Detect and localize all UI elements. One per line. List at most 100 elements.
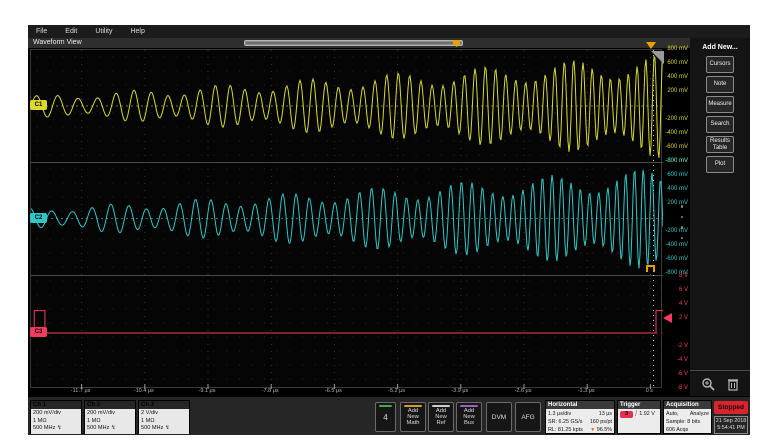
trigger-slope-icon: /: [635, 410, 637, 418]
horizontal-badge[interactable]: Horizontal 1.3 μs/div 13 μs SR: 6.25 GS/…: [545, 400, 615, 434]
datetime-box[interactable]: 21 Sep 2018 5:54:41 PM: [714, 416, 748, 434]
trigger-title: Trigger: [618, 401, 660, 409]
y-axis-label: 200 mV: [662, 200, 688, 207]
acq-analyze: Analyze: [690, 410, 709, 418]
y-axis-label: 800 mV: [662, 158, 688, 165]
channel-marker-c1[interactable]: C1: [30, 100, 47, 110]
menu-item[interactable]: Utility: [95, 28, 112, 35]
y-axis-label: -200 mV: [662, 228, 688, 235]
bandwidth-icon: ↯: [57, 425, 62, 431]
add-new-button[interactable]: Measure: [706, 96, 734, 113]
channel-marker-c3[interactable]: C3: [30, 327, 47, 337]
add-new-panel: Add New... Cursors Note Measure Search Resul…: [690, 38, 750, 396]
trigger-position-marker-ch3[interactable]: [646, 265, 655, 272]
x-axis-label: -1.3 μs: [566, 388, 606, 394]
y-axis-label: 4 V: [662, 301, 688, 308]
trigger-level-arrow-icon[interactable]: [663, 313, 672, 323]
add-new-button[interactable]: Results Table: [706, 136, 734, 153]
y-axis-label: 600 mV: [662, 172, 688, 179]
acquisition-title: Acquisition: [664, 401, 711, 409]
channel-marker-c2[interactable]: C2: [30, 213, 47, 223]
y-axis-label: 400 mV: [662, 186, 688, 193]
trigger-level: 1.92 V: [639, 410, 655, 418]
add-new-button[interactable]: Cursors: [706, 56, 734, 73]
horizontal-window: 13 μs: [599, 410, 612, 418]
ch2-label: Ch 2: [85, 401, 135, 409]
trigger-position-top-icon[interactable]: [646, 42, 656, 49]
y-axis-label: -2 V: [662, 343, 688, 350]
record-minimap-track: [246, 42, 461, 44]
trigger-position-marker-minimap[interactable]: [453, 40, 460, 47]
menu-bar: File Edit Utility Help: [28, 25, 750, 38]
y-axis-label: 8 V: [662, 273, 688, 280]
run-stop-button[interactable]: Stopped: [714, 401, 748, 414]
trigger-source-badge: 3: [620, 411, 633, 418]
y-axis-label: 6 V: [662, 287, 688, 294]
menu-item[interactable]: File: [36, 28, 47, 35]
add-new-button[interactable]: Note: [706, 76, 734, 93]
date-label: 21 Sep 2018: [716, 418, 747, 425]
x-axis-label: -10.4 μs: [124, 388, 164, 394]
y-axis-label: -6 V: [662, 371, 688, 378]
ch2-bandwidth: 500 MHz: [87, 425, 109, 431]
y-axis-label: -600 mV: [662, 144, 688, 151]
record-length: RL: 81.25 kpts: [548, 426, 583, 434]
percent: 96.5%: [597, 427, 612, 433]
ch4-label: 4: [383, 413, 387, 422]
add-ref-label: Add New Ref: [435, 408, 447, 426]
compression-warn-icon: ▼: [590, 427, 595, 433]
settings-bar: Ch 1 200 mV/div 1 MΩ 500 MHz ↯ Ch 2 200 …: [28, 396, 750, 435]
zoom-tool-icon[interactable]: [701, 377, 717, 391]
add-new-math-button[interactable]: Add New Math: [400, 402, 426, 432]
y-axis-label: -4 V: [662, 357, 688, 364]
channel-badge-ch2[interactable]: Ch 2 200 mV/div 1 MΩ 500 MHz ↯: [84, 400, 136, 434]
x-axis-label: -11.7 μs: [61, 388, 101, 394]
y-axis-label: -400 mV: [662, 242, 688, 249]
trash-icon[interactable]: [727, 377, 739, 391]
menu-item[interactable]: Help: [130, 28, 144, 35]
dvm-label: DVM: [492, 414, 506, 421]
channel-badge-ch3[interactable]: Ch 3 2 V/div 1 MΩ 500 MHz ↯: [138, 400, 190, 434]
add-new-button[interactable]: Plot: [706, 156, 734, 173]
graticule[interactable]: [30, 49, 662, 388]
record-minimap-scrollbar[interactable]: [244, 40, 463, 46]
ch1-label: Ch 1: [31, 401, 81, 409]
oscilloscope-app: File Edit Utility Help Waveform View 800 mV…: [28, 25, 750, 435]
add-new-buttons: Cursors Note Measure Search Results Table Plo…: [690, 51, 750, 178]
y-axis-label: 200 mV: [662, 88, 688, 95]
sample-rate: SR: 6.25 GS/s: [548, 418, 582, 426]
y-axis-label: -200 mV: [662, 116, 688, 123]
x-axis-label: -2.6 μs: [503, 388, 543, 394]
acq-sample: Sample: 8 bits: [666, 418, 700, 426]
panel-drag-grip[interactable]: [680, 205, 684, 239]
bandwidth-icon: ↯: [111, 425, 116, 431]
time-label: 5:54:41 PM: [717, 425, 745, 432]
waveform-canvas: [31, 50, 663, 389]
dvm-button[interactable]: DVM: [486, 402, 512, 432]
menu-item[interactable]: Edit: [65, 28, 77, 35]
acquisition-badge[interactable]: Acquisition Auto, Analyze Sample: 8 bits…: [663, 400, 712, 434]
horizontal-title: Horizontal: [546, 401, 614, 409]
y-axis-label: -400 mV: [662, 130, 688, 137]
x-axis-label: -5.2 μs: [377, 388, 417, 394]
add-new-title: Add New...: [690, 44, 750, 51]
acq-count: 606 Acqs: [666, 426, 688, 434]
x-axis-label: -6.5 μs: [313, 388, 353, 394]
x-axis-label: 0 s: [629, 388, 669, 394]
trigger-badge[interactable]: Trigger 3 / 1.92 V: [617, 400, 661, 434]
waveform-view[interactable]: 800 mV 600 mV 400 mV 200 mV -200 mV -400 mV -6…: [28, 49, 690, 396]
acq-mode: Auto,: [666, 410, 679, 418]
channel-4-button[interactable]: 4: [375, 402, 396, 432]
ch2-scale: 200 mV/div: [87, 410, 135, 418]
add-new-button[interactable]: Search: [706, 116, 734, 133]
add-new-ref-button[interactable]: Add New Ref: [428, 402, 454, 432]
tab-waveform-view[interactable]: Waveform View: [33, 39, 82, 46]
y-axis-label: 600 mV: [662, 60, 688, 67]
ch3-label: Ch 3: [139, 401, 189, 409]
channel-badge-ch1[interactable]: Ch 1 200 mV/div 1 MΩ 500 MHz ↯: [30, 400, 82, 434]
afg-button[interactable]: AFG: [515, 402, 541, 432]
horizontal-scale: 1.3 μs/div: [548, 410, 571, 418]
bandwidth-icon: ↯: [165, 425, 170, 431]
add-new-bus-button[interactable]: Add New Bus: [456, 402, 482, 432]
y-axis-label: -600 mV: [662, 256, 688, 263]
